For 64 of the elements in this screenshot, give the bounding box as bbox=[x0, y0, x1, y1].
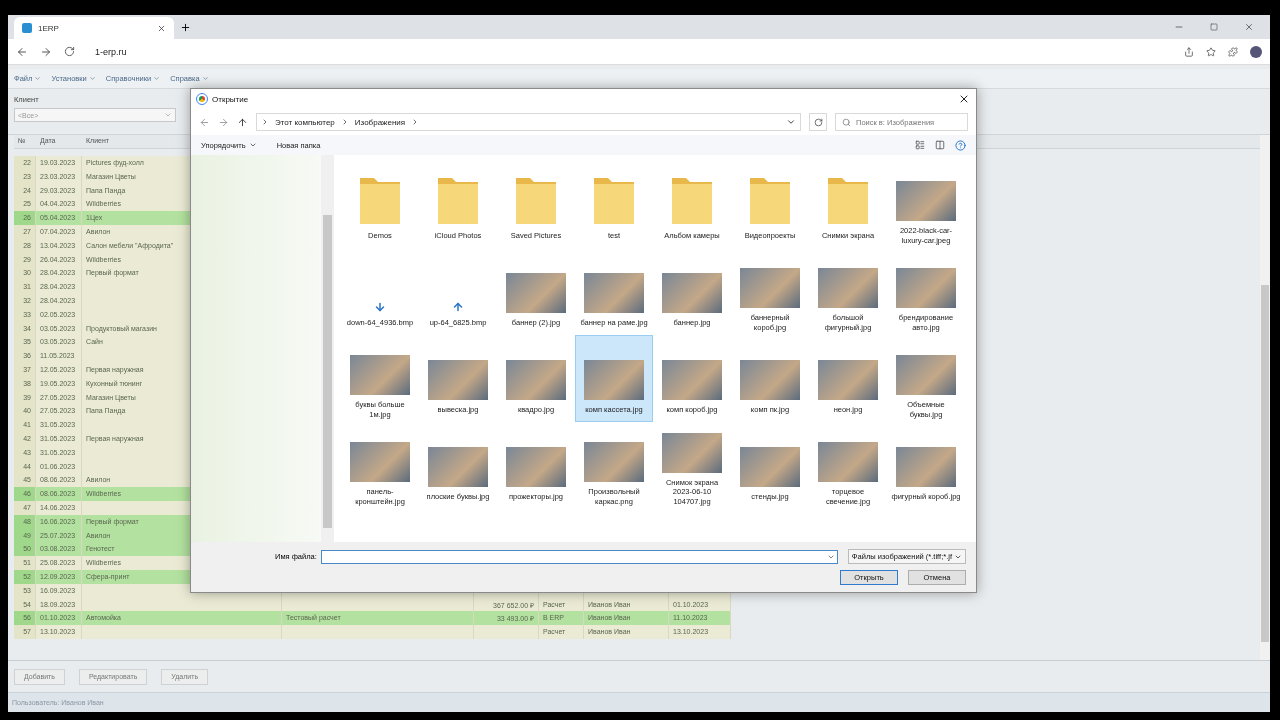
help-icon[interactable] bbox=[955, 139, 966, 151]
photo-placeholder bbox=[350, 355, 410, 396]
search-icon bbox=[842, 117, 851, 127]
address-bar[interactable]: Этот компьютер Изображения bbox=[256, 113, 801, 131]
arrow-up-icon bbox=[452, 301, 464, 313]
photo-placeholder bbox=[818, 268, 878, 309]
avatar-icon[interactable] bbox=[1250, 45, 1262, 58]
photo-placeholder bbox=[896, 268, 956, 309]
breadcrumb-item[interactable]: Изображения bbox=[354, 117, 406, 127]
photo-placeholder bbox=[896, 447, 956, 487]
dropdown-icon[interactable] bbox=[786, 117, 796, 127]
extensions-icon[interactable] bbox=[1228, 46, 1238, 57]
breadcrumb-item[interactable]: Этот компьютер bbox=[275, 117, 335, 127]
caret-icon bbox=[88, 75, 96, 82]
refresh-icon bbox=[813, 117, 823, 127]
forward-icon[interactable] bbox=[40, 45, 52, 58]
photo-placeholder bbox=[818, 442, 878, 483]
up-icon[interactable] bbox=[237, 116, 248, 128]
photo-placeholder bbox=[506, 360, 566, 400]
browser-tab[interactable]: 1ERP bbox=[14, 17, 174, 39]
back-icon[interactable] bbox=[199, 116, 210, 128]
arrow-down-icon bbox=[374, 301, 386, 313]
browser-logo-icon bbox=[197, 94, 207, 104]
photo-placeholder bbox=[896, 355, 956, 396]
photo-placeholder bbox=[428, 447, 488, 487]
photo-placeholder bbox=[662, 360, 722, 400]
caret-icon bbox=[248, 141, 257, 149]
caret-icon bbox=[164, 111, 172, 119]
maximize-icon[interactable] bbox=[1210, 23, 1218, 31]
photo-placeholder bbox=[818, 360, 878, 400]
refresh-button[interactable] bbox=[809, 113, 827, 131]
forward-icon[interactable] bbox=[218, 116, 229, 128]
chevron-icon bbox=[261, 118, 269, 126]
tab-title: 1ERP bbox=[38, 23, 60, 33]
dialog-title: Открытие bbox=[212, 94, 250, 104]
favicon-icon bbox=[22, 23, 32, 33]
photo-placeholder bbox=[350, 442, 410, 483]
address-bar[interactable]: 1-erp.ru bbox=[95, 46, 1172, 57]
star-icon[interactable] bbox=[1206, 46, 1216, 57]
photo-placeholder bbox=[662, 273, 722, 313]
photo-placeholder bbox=[584, 442, 644, 483]
photo-placeholder bbox=[584, 360, 644, 400]
reload-icon[interactable] bbox=[64, 46, 75, 57]
scrollbar[interactable] bbox=[321, 155, 334, 542]
share-icon[interactable] bbox=[1184, 46, 1194, 57]
photo-placeholder bbox=[584, 273, 644, 313]
new-tab-icon[interactable] bbox=[180, 21, 191, 33]
caret-icon bbox=[201, 75, 209, 82]
photo-placeholder bbox=[506, 447, 566, 487]
scrollbar[interactable] bbox=[1260, 135, 1270, 660]
back-icon[interactable] bbox=[16, 45, 28, 58]
photo-placeholder bbox=[896, 181, 956, 222]
photo-placeholder bbox=[506, 273, 566, 313]
caret-icon bbox=[153, 75, 161, 82]
photo-placeholder bbox=[662, 432, 722, 473]
close-icon[interactable] bbox=[958, 93, 970, 105]
photo-placeholder bbox=[740, 447, 800, 487]
caret-icon bbox=[34, 75, 42, 82]
photo-placeholder bbox=[740, 268, 800, 309]
view-icon[interactable] bbox=[915, 140, 925, 150]
preview-pane-icon[interactable] bbox=[935, 140, 945, 150]
filename-input[interactable] bbox=[320, 549, 838, 564]
photo-placeholder bbox=[740, 360, 800, 400]
photo-placeholder bbox=[428, 360, 488, 400]
